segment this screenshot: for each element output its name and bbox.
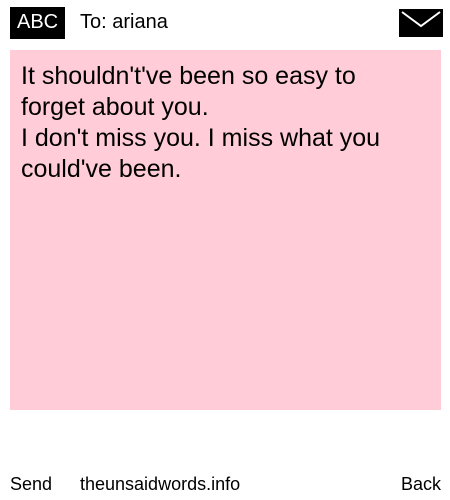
message-composer-screen: ABC To: ariana It shouldn't've been so e… [0,0,450,500]
recipient-field[interactable]: To: ariana [80,9,168,35]
message-body-area[interactable]: It shouldn't've been so easy to forget a… [10,50,441,410]
message-first-text: It shouldn't've been so easy to forget a… [21,62,356,121]
back-softkey[interactable]: Back [401,472,441,496]
send-softkey[interactable]: Send [10,472,52,496]
site-label: theunsaidwords.info [80,474,241,494]
input-mode-badge[interactable]: ABC [10,7,66,39]
envelope-icon[interactable] [399,9,443,37]
message-second-text: I don't miss you. I miss what you could'… [21,124,381,183]
